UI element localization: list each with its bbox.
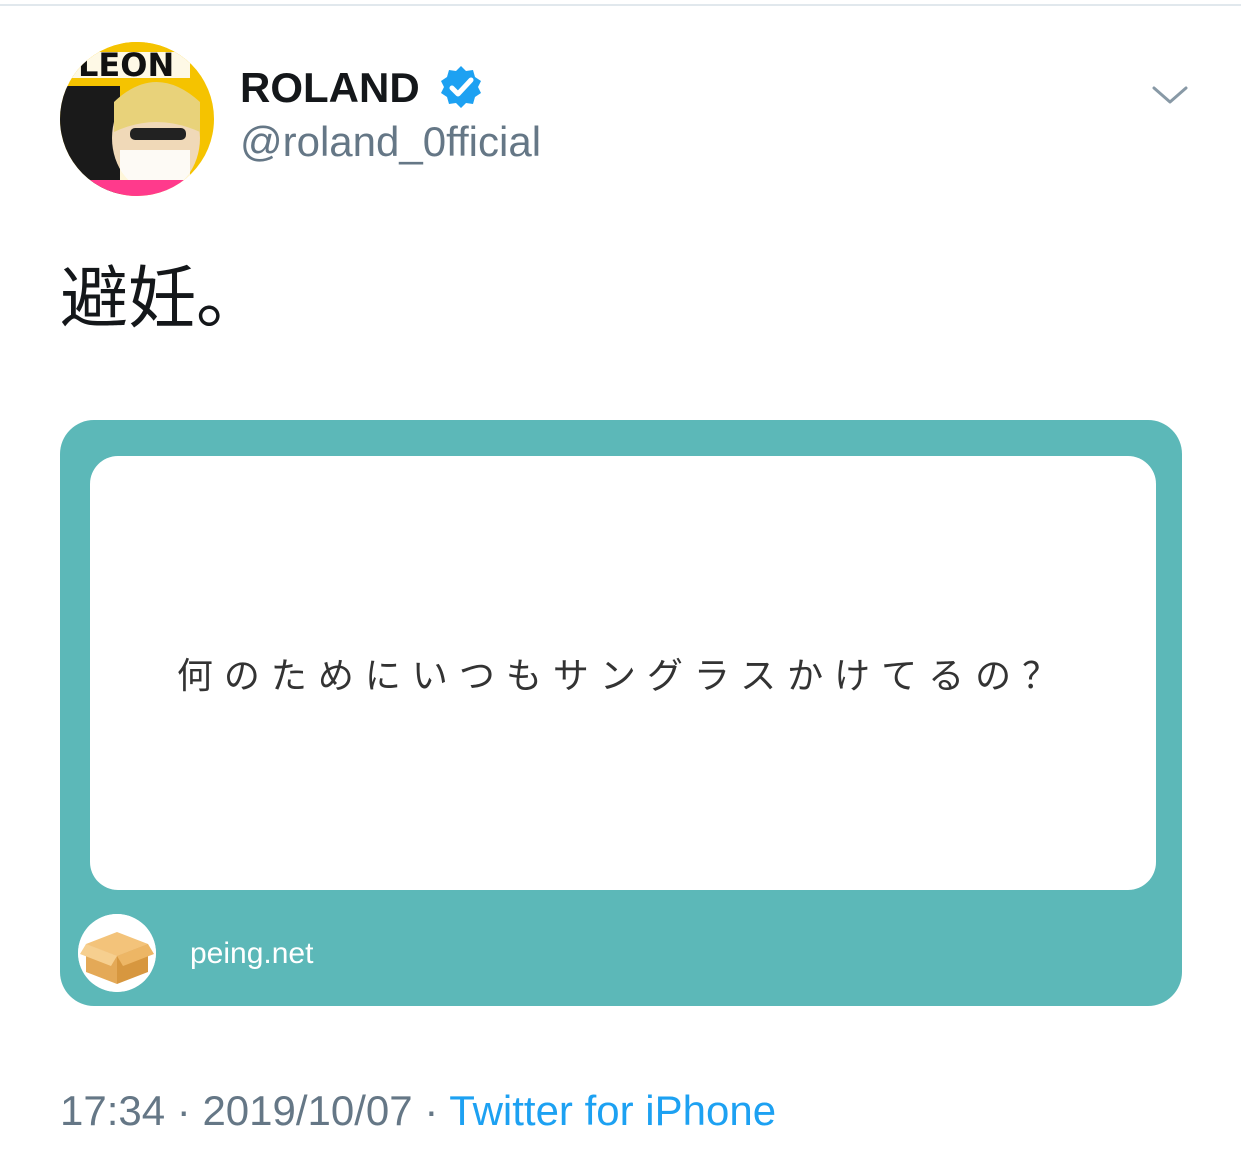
- chevron-down-icon[interactable]: [1150, 80, 1190, 110]
- avatar[interactable]: LEON: [60, 42, 214, 196]
- display-name[interactable]: ROLAND: [240, 66, 420, 110]
- card-image: 何のためにいつもサングラスかけてるの？: [90, 456, 1156, 890]
- meta-separator: ·: [165, 1087, 203, 1134]
- avatar-magazine-cover-icon: LEON: [60, 42, 214, 196]
- link-card[interactable]: 何のためにいつもサングラスかけてるの？ peing.net: [60, 420, 1182, 1006]
- tweet-page: LEON ROLAND @roland_0fficial 避妊。 何のためにいつ…: [0, 0, 1241, 1168]
- verified-badge-icon: [441, 66, 481, 108]
- svg-text:LEON: LEON: [78, 46, 174, 84]
- tweet-meta: 17:34 · 2019/10/07 · Twitter for iPhone: [60, 1086, 776, 1136]
- tweet-time[interactable]: 17:34: [60, 1087, 165, 1134]
- meta-separator: ·: [412, 1087, 450, 1134]
- card-domain[interactable]: peing.net: [190, 934, 313, 974]
- tweet-date[interactable]: 2019/10/07: [202, 1087, 412, 1134]
- tweet-source-link[interactable]: Twitter for iPhone: [449, 1087, 776, 1134]
- box-icon: [78, 914, 156, 992]
- top-divider: [0, 4, 1241, 6]
- card-question: 何のためにいつもサングラスかけてるの？: [176, 656, 1070, 697]
- tweet-text: 避妊。: [60, 260, 265, 339]
- handle[interactable]: @roland_0fficial: [240, 118, 541, 166]
